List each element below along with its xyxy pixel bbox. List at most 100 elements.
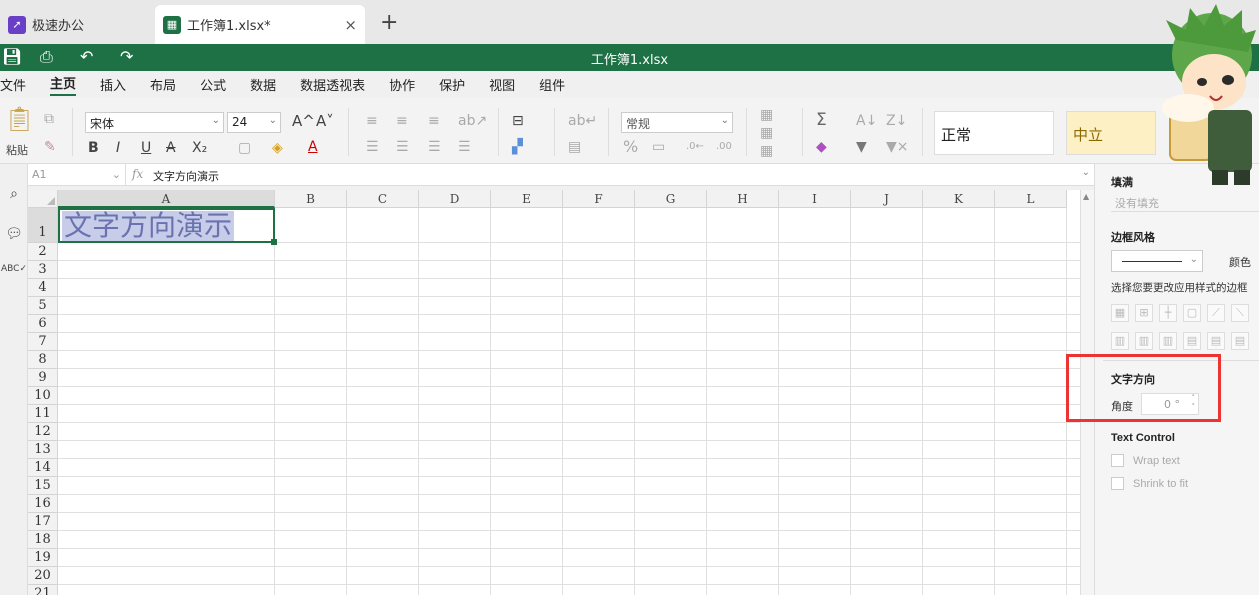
row-header-15[interactable]: 15 bbox=[28, 477, 58, 495]
border-center-h-icon[interactable]: ▤ bbox=[1207, 332, 1225, 350]
format-painter-icon[interactable]: ✎ bbox=[44, 138, 56, 156]
wrap-text-icon[interactable]: ab↵ bbox=[568, 112, 597, 130]
border-inside-icon[interactable]: ┼ bbox=[1159, 304, 1177, 322]
autosum-button[interactable]: Σ bbox=[816, 111, 827, 129]
delete-cells-icon[interactable]: ▦ bbox=[760, 124, 773, 142]
search-icon[interactable]: ⌕ bbox=[0, 186, 28, 202]
border-icon[interactable]: ▢ bbox=[238, 139, 251, 157]
paste-icon[interactable]: 📋︎ bbox=[4, 107, 34, 131]
spellcheck-icon[interactable]: ABC✓ bbox=[0, 264, 28, 274]
formula-input[interactable]: 文字方向演示 bbox=[153, 168, 219, 184]
number-format-select[interactable]: 常规 ⌄ bbox=[621, 112, 733, 133]
merge-cells-icon[interactable]: ⊟ bbox=[512, 112, 524, 130]
menu-view[interactable]: 视图 bbox=[489, 75, 515, 94]
fill-handle[interactable] bbox=[271, 239, 277, 245]
menu-file[interactable]: 文件 bbox=[0, 75, 26, 94]
row-header-21[interactable]: 21 bbox=[28, 585, 58, 595]
redo-icon[interactable]: ↷ bbox=[120, 47, 133, 66]
align-bottom-icon[interactable]: ≡ bbox=[428, 112, 440, 130]
align-middle-icon[interactable]: ≡ bbox=[396, 112, 408, 130]
row-header-7[interactable]: 7 bbox=[28, 333, 58, 351]
row-header-20[interactable]: 20 bbox=[28, 567, 58, 585]
tab-home[interactable]: ➚ 极速办公 bbox=[0, 5, 142, 44]
row-header-19[interactable]: 19 bbox=[28, 549, 58, 567]
decrease-decimal-icon[interactable]: .0← bbox=[686, 138, 704, 156]
insert-cells-icon[interactable]: ▦ bbox=[760, 106, 773, 124]
format-cells-icon[interactable]: ▦ bbox=[760, 142, 773, 160]
align-top-icon[interactable]: ≡ bbox=[366, 112, 378, 130]
increase-font-button[interactable]: A^ bbox=[292, 112, 315, 130]
border-center-v-icon[interactable]: ▥ bbox=[1135, 332, 1153, 350]
column-header-k[interactable]: K bbox=[923, 190, 995, 208]
border-inner-icon[interactable]: ⊞ bbox=[1135, 304, 1153, 322]
column-header-d[interactable]: D bbox=[419, 190, 491, 208]
currency-icon[interactable]: ▭ bbox=[652, 138, 665, 156]
menu-home[interactable]: 主页 bbox=[50, 73, 77, 96]
sort-asc-icon[interactable]: A↓ bbox=[856, 112, 877, 130]
function-icon[interactable]: fx bbox=[132, 167, 143, 181]
menu-insert[interactable]: 插入 bbox=[100, 75, 126, 94]
border-line-select[interactable]: ⌄ bbox=[1111, 250, 1203, 272]
column-header-h[interactable]: H bbox=[707, 190, 779, 208]
border-diag-up-icon[interactable]: ⟋ bbox=[1207, 304, 1225, 322]
border-outer-icon[interactable]: ▢ bbox=[1183, 304, 1201, 322]
spreadsheet-grid[interactable]: ABCDEFGHIJKL 1 2 3 4 5 6 7 8 9 10 11 12 13 14 15 16 17 18… bbox=[28, 190, 1080, 595]
row-header-11[interactable]: 11 bbox=[28, 405, 58, 423]
tab-workbook[interactable]: ▦ 工作簿1.xlsx* × bbox=[155, 5, 365, 44]
save-icon[interactable]: 💾︎ bbox=[2, 47, 22, 66]
row-header-14[interactable]: 14 bbox=[28, 459, 58, 477]
subscript-button[interactable]: X₂ bbox=[192, 139, 207, 157]
row-header-13[interactable]: 13 bbox=[28, 441, 58, 459]
increase-decimal-icon[interactable]: .00 bbox=[716, 138, 732, 156]
border-diag-down-icon[interactable]: ⟍ bbox=[1231, 304, 1249, 322]
font-size-select[interactable]: 24 ⌄ bbox=[227, 112, 281, 133]
column-header-f[interactable]: F bbox=[563, 190, 635, 208]
bold-button[interactable]: B bbox=[88, 139, 99, 157]
menu-plugins[interactable]: 组件 bbox=[539, 75, 565, 94]
row-header-3[interactable]: 3 bbox=[28, 261, 58, 279]
underline-button[interactable]: U bbox=[141, 139, 151, 157]
sort-desc-icon[interactable]: Z↓ bbox=[886, 112, 907, 130]
style-neutral[interactable]: 中立 bbox=[1066, 111, 1156, 155]
row-header-5[interactable]: 5 bbox=[28, 297, 58, 315]
column-header-j[interactable]: J bbox=[851, 190, 923, 208]
undo-icon[interactable]: ↶ bbox=[80, 47, 93, 66]
row-header-12[interactable]: 12 bbox=[28, 423, 58, 441]
justify-icon[interactable]: ☰ bbox=[458, 138, 471, 156]
border-all-icon[interactable]: ▦ bbox=[1111, 304, 1129, 322]
decrease-font-button[interactable]: A˅ bbox=[316, 112, 334, 130]
menu-protect[interactable]: 保护 bbox=[439, 75, 465, 94]
cell-a1[interactable]: 文字方向演示 bbox=[58, 208, 277, 245]
border-color-label[interactable]: 颜色 bbox=[1229, 254, 1251, 270]
shrink-to-fit-checkbox[interactable] bbox=[1111, 477, 1124, 490]
italic-button[interactable]: I bbox=[116, 139, 120, 157]
select-all-corner[interactable] bbox=[28, 190, 58, 208]
name-box[interactable]: A1 ⌄ bbox=[28, 164, 126, 186]
column-header-e[interactable]: E bbox=[491, 190, 563, 208]
border-top-icon[interactable]: ▤ bbox=[1183, 332, 1201, 350]
font-family-select[interactable]: 宋体 ⌄ bbox=[85, 112, 224, 133]
border-left-icon[interactable]: ▥ bbox=[1111, 332, 1129, 350]
print-icon[interactable]: ⎙ bbox=[40, 47, 53, 67]
close-tab-icon[interactable]: × bbox=[344, 16, 357, 34]
row-header-18[interactable]: 18 bbox=[28, 531, 58, 549]
fill-color-icon[interactable]: ◈ bbox=[272, 139, 283, 157]
row-header-9[interactable]: 9 bbox=[28, 369, 58, 387]
menu-collaborate[interactable]: 协作 bbox=[389, 75, 415, 94]
row-header-4[interactable]: 4 bbox=[28, 279, 58, 297]
filter-icon[interactable]: ▼ bbox=[856, 138, 867, 156]
clear-filter-icon[interactable]: ▼× bbox=[886, 138, 909, 156]
menu-layout[interactable]: 布局 bbox=[150, 75, 176, 94]
column-header-i[interactable]: I bbox=[779, 190, 851, 208]
wrap-text-checkbox[interactable] bbox=[1111, 454, 1124, 467]
row-header-2[interactable]: 2 bbox=[28, 243, 58, 261]
scroll-up-icon[interactable]: ▲ bbox=[1083, 192, 1089, 201]
column-header-l[interactable]: L bbox=[995, 190, 1067, 208]
row-header-8[interactable]: 8 bbox=[28, 351, 58, 369]
column-header-c[interactable]: C bbox=[347, 190, 419, 208]
align-left-icon[interactable]: ☰ bbox=[366, 138, 379, 156]
row-header-10[interactable]: 10 bbox=[28, 387, 58, 405]
text-orientation-icon[interactable]: ab↗ bbox=[458, 112, 487, 130]
align-center-icon[interactable]: ☰ bbox=[396, 138, 409, 156]
table-format-icon[interactable]: ▤ bbox=[568, 138, 581, 156]
